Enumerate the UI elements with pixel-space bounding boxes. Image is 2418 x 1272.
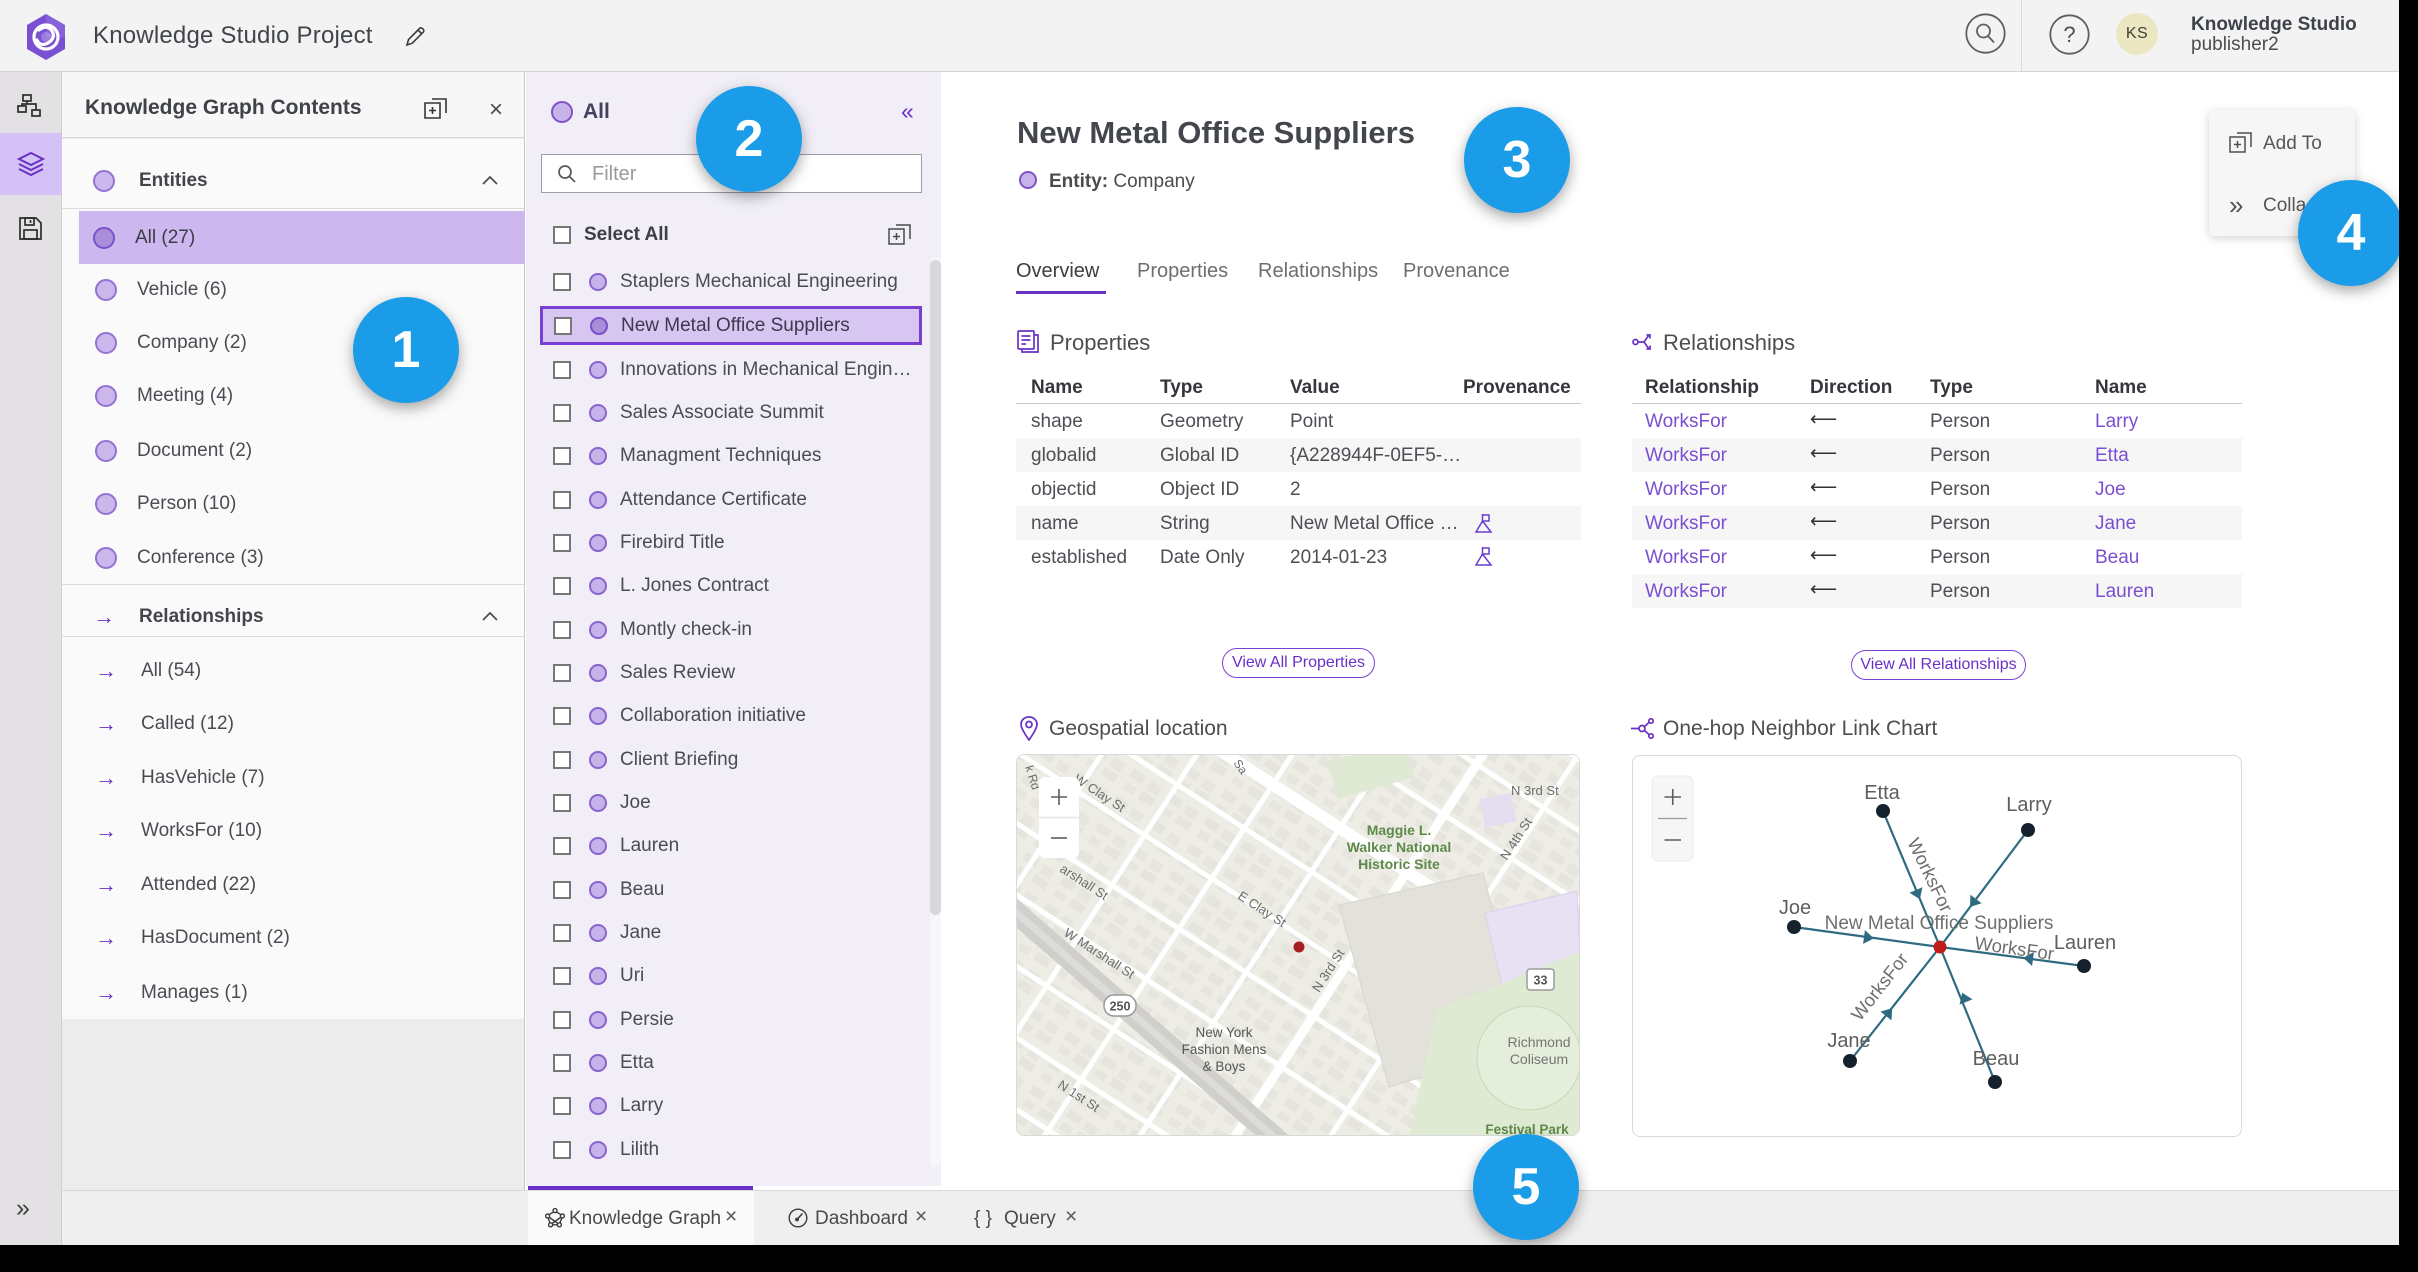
svg-text:33: 33 xyxy=(1534,974,1548,988)
svg-text:WorksFor: WorksFor xyxy=(1847,949,1913,1025)
svg-text:WorksFor: WorksFor xyxy=(1973,932,2055,964)
svg-text:New Metal Office Suppliers: New Metal Office Suppliers xyxy=(1825,913,2054,934)
svg-text:Walker National: Walker National xyxy=(1347,839,1452,855)
svg-text:?: ? xyxy=(2063,22,2075,47)
svg-text:N 3rd St: N 3rd St xyxy=(1511,783,1559,798)
svg-text:Maggie L.: Maggie L. xyxy=(1367,822,1432,838)
svg-text:Jane: Jane xyxy=(1827,1030,1870,1052)
svg-text:New York: New York xyxy=(1195,1025,1252,1040)
svg-text:Richmond: Richmond xyxy=(1507,1034,1570,1050)
svg-text:Larry: Larry xyxy=(2006,794,2052,816)
svg-text:Historic Site: Historic Site xyxy=(1358,856,1440,872)
svg-text:& Boys: & Boys xyxy=(1203,1059,1246,1074)
svg-text:Etta: Etta xyxy=(1864,782,1900,804)
svg-text:WorksFor: WorksFor xyxy=(1903,835,1957,916)
svg-text:Fashion Mens: Fashion Mens xyxy=(1182,1042,1267,1057)
svg-text:250: 250 xyxy=(1110,1000,1131,1014)
svg-text:Lauren: Lauren xyxy=(2054,932,2116,954)
svg-text:Coliseum: Coliseum xyxy=(1510,1051,1568,1067)
svg-text:Beau: Beau xyxy=(1973,1048,2020,1070)
svg-text:Joe: Joe xyxy=(1779,897,1811,919)
